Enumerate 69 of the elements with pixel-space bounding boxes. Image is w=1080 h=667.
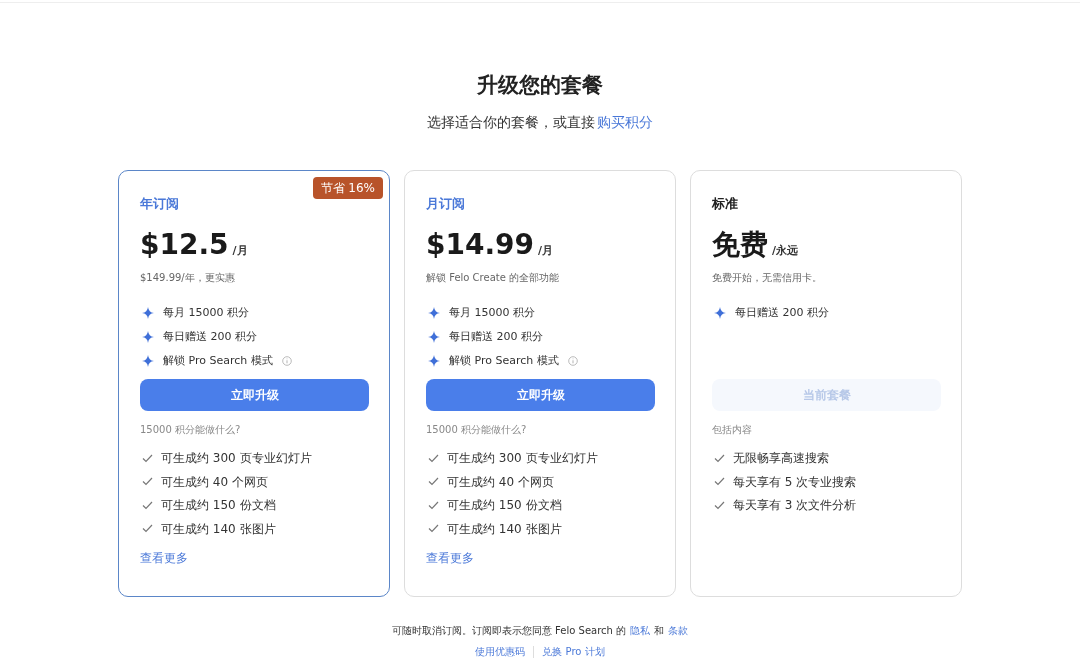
price-unit: /永远 [772, 243, 799, 258]
included-item: 可生成约 40 个网页 [447, 473, 554, 490]
list-title: 包括内容 [712, 423, 753, 437]
plan-button[interactable]: 立即升级 [140, 379, 369, 411]
included-item: 每天享有 3 次文件分析 [733, 497, 857, 514]
included-item: 可生成约 40 个网页 [161, 473, 268, 490]
check-icon [714, 477, 725, 487]
buy-credits-link[interactable]: 购买积分 [597, 112, 653, 132]
price-unit: /月 [538, 243, 554, 258]
check-icon [142, 500, 153, 510]
included-item: 可生成约 300 页专业幻灯片 [447, 450, 598, 467]
subtitle: 选择适合你的套餐，或直接 [427, 113, 595, 132]
info-icon[interactable] [281, 356, 292, 366]
price: $12.5 [140, 227, 229, 263]
price: 免费 [712, 227, 768, 263]
feature-text: 每日赠送 200 积分 [163, 329, 257, 345]
price: $14.99 [426, 227, 535, 263]
plan-note: $149.99/年，更实惠 [140, 271, 236, 285]
plan-name: 月订阅 [426, 195, 466, 213]
included-item: 可生成约 140 张图片 [447, 520, 562, 537]
check-icon [142, 453, 153, 463]
included-item: 无限畅享高速搜索 [733, 450, 829, 467]
terms-notice: 可随时取消订阅。订阅即表示您同意 Felo Search 的 [391, 624, 627, 638]
list-title: 15000 积分能做什么? [426, 423, 528, 437]
sparkle-icon [142, 307, 154, 319]
check-icon [428, 453, 439, 463]
check-icon [428, 500, 439, 510]
included-item: 可生成约 150 份文档 [447, 497, 562, 514]
terms-link[interactable]: 条款 [668, 623, 689, 639]
included-item: 可生成约 150 份文档 [161, 497, 276, 514]
list-title: 15000 积分能做什么? [140, 423, 242, 437]
sparkle-icon [142, 355, 154, 367]
feature-text: 每月 15000 积分 [449, 305, 535, 321]
page-title: 升级您的套餐 [477, 72, 603, 99]
check-icon [428, 524, 439, 534]
sparkle-icon [428, 331, 440, 343]
see-more-link[interactable]: 查看更多 [426, 550, 474, 566]
footer-link[interactable]: 使用优惠码 [475, 644, 526, 660]
feature-text: 每日赠送 200 积分 [735, 305, 829, 321]
sparkle-icon [428, 355, 440, 367]
included-item: 可生成约 140 张图片 [161, 520, 276, 537]
plan-name: 标准 [712, 195, 739, 213]
sparkle-icon [714, 307, 726, 319]
plan-note: 免费开始，无需信用卡。 [712, 271, 823, 285]
check-icon [714, 500, 725, 510]
check-icon [428, 477, 439, 487]
check-icon [142, 524, 153, 534]
price-unit: /月 [232, 243, 248, 258]
feature-text: 每月 15000 积分 [163, 305, 249, 321]
and-text: 和 [654, 624, 665, 638]
footer-link[interactable]: 兑换 Pro 计划 [542, 644, 605, 660]
check-icon [714, 453, 725, 463]
plan-note: 解锁 Felo Create 的全部功能 [426, 271, 561, 285]
included-item: 可生成约 300 页专业幻灯片 [161, 450, 312, 467]
info-icon[interactable] [567, 356, 578, 366]
feature-text: 每日赠送 200 积分 [449, 329, 543, 345]
sparkle-icon [428, 307, 440, 319]
plan-card[interactable]: 月订阅 $14.99/月 解锁 Felo Create 的全部功能 每月 15000 积分 每日赠送 200 积分 解锁 Pro Search 模式 立即升级 15000 积分能做什么? 可生成约 300 页专业幻灯片 可生成约 40 个网页 可生成约 150 份文档 可生成约 140 张图片 查看更多 [404, 170, 676, 597]
plan-name: 年订阅 [140, 195, 180, 213]
feature-text: 解锁 Pro Search 模式 [449, 353, 559, 369]
plan-card[interactable]: 节省 16% 年订阅 $12.5/月 $149.99/年，更实惠 每月 15000 积分 每日赠送 200 积分 解锁 Pro Search 模式 立即升级 15000 积分能做什么? 可生成约 300 页专业幻灯片 可生成约 40 个网页 可生成约 150 份文档 可生成约 140 张图片 查看更多 [118, 170, 390, 597]
feature-text: 解锁 Pro Search 模式 [163, 353, 273, 369]
sparkle-icon [142, 331, 154, 343]
plan-button[interactable]: 立即升级 [426, 379, 655, 411]
discount-badge: 节省 16% [312, 177, 383, 199]
privacy-link[interactable]: 隐私 [630, 623, 651, 639]
see-more-link[interactable]: 查看更多 [140, 550, 188, 566]
check-icon [142, 477, 153, 487]
included-item: 每天享有 5 次专业搜索 [733, 473, 857, 490]
